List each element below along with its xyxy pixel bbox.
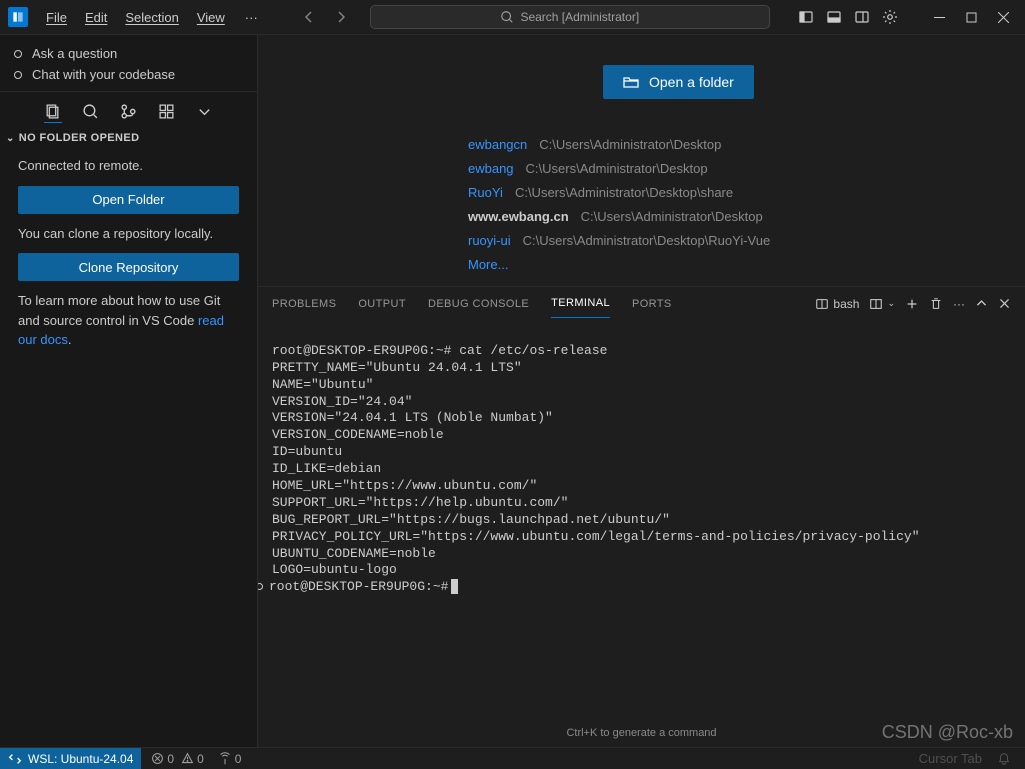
recent-item[interactable]: ruoyi-uiC:\Users\Administrator\Desktop\R… bbox=[468, 233, 985, 248]
recent-item[interactable]: ewbangC:\Users\Administrator\Desktop bbox=[468, 161, 985, 176]
status-errors[interactable]: 0 0 bbox=[151, 752, 203, 766]
remote-icon bbox=[8, 752, 22, 766]
folder-open-icon bbox=[623, 74, 639, 90]
window-controls bbox=[795, 3, 1017, 31]
recent-item[interactable]: ewbangcnC:\Users\Administrator\Desktop bbox=[468, 137, 985, 152]
explorer-toolbar bbox=[0, 91, 257, 126]
search-box[interactable]: Search [Administrator] bbox=[370, 5, 770, 29]
panel-overflow[interactable]: ··· bbox=[953, 297, 965, 311]
connected-label: Connected to remote. bbox=[18, 156, 239, 176]
recent-item[interactable]: RuoYiC:\Users\Administrator\Desktop\shar… bbox=[468, 185, 985, 200]
menu-view[interactable]: View bbox=[189, 6, 233, 29]
app-icon bbox=[8, 7, 28, 27]
files-icon[interactable] bbox=[44, 105, 62, 123]
search-icon[interactable] bbox=[82, 102, 100, 120]
tab-debug-console[interactable]: DEBUG CONSOLE bbox=[428, 290, 529, 318]
source-control-icon[interactable] bbox=[120, 102, 138, 120]
window-minimize[interactable] bbox=[925, 3, 953, 31]
title-bar: File Edit Selection View ··· Search [Adm… bbox=[0, 0, 1025, 35]
tab-ports[interactable]: PORTS bbox=[632, 290, 672, 318]
recent-item[interactable]: www.ewbang.cnC:\Users\Administrator\Desk… bbox=[468, 209, 985, 224]
remote-indicator[interactable]: WSL: Ubuntu-24.04 bbox=[0, 748, 141, 769]
layout-bottom-icon[interactable] bbox=[823, 6, 845, 28]
nav-buttons bbox=[298, 6, 352, 28]
terminal-hint: Ctrl+K to generate a command bbox=[258, 721, 1025, 747]
bottom-panel: PROBLEMS OUTPUT DEBUG CONSOLE TERMINAL P… bbox=[258, 286, 1025, 747]
terminal-icon bbox=[815, 297, 829, 311]
menu-selection[interactable]: Selection bbox=[117, 6, 186, 29]
tab-terminal[interactable]: TERMINAL bbox=[551, 289, 610, 318]
nav-back[interactable] bbox=[298, 6, 320, 28]
menu-edit[interactable]: Edit bbox=[77, 6, 115, 29]
layout-right-icon[interactable] bbox=[851, 6, 873, 28]
chat-ask-question[interactable]: Ask a question bbox=[14, 43, 243, 64]
docs-intro-text: To learn more about how to use Git and s… bbox=[18, 291, 239, 350]
status-items: 0 0 0 bbox=[141, 752, 251, 766]
close-panel-icon[interactable] bbox=[998, 297, 1011, 310]
extensions-icon[interactable] bbox=[158, 102, 176, 120]
bullet-icon bbox=[14, 50, 22, 58]
clone-intro-text: You can clone a repository locally. bbox=[18, 224, 239, 244]
tab-output[interactable]: OUTPUT bbox=[358, 290, 406, 318]
antenna-icon bbox=[218, 752, 232, 766]
window-maximize[interactable] bbox=[957, 3, 985, 31]
tab-problems[interactable]: PROBLEMS bbox=[272, 290, 336, 318]
terminal-body[interactable]: root@DESKTOP-ER9UP0G:~# cat /etc/os-rele… bbox=[258, 320, 1025, 721]
search-placeholder: Search [Administrator] bbox=[520, 10, 639, 24]
error-icon bbox=[151, 752, 164, 765]
open-folder-main-button[interactable]: Open a folder bbox=[603, 65, 754, 99]
trash-icon[interactable] bbox=[929, 297, 943, 311]
search-icon bbox=[500, 10, 514, 24]
menu-overflow[interactable]: ··· bbox=[235, 6, 268, 29]
editor-area: Open a folder ewbangcnC:\Users\Administr… bbox=[258, 35, 1025, 747]
layout-left-icon[interactable] bbox=[795, 6, 817, 28]
chevron-up-icon[interactable] bbox=[975, 297, 988, 310]
explorer-section-header[interactable]: ⌄ NO FOLDER OPENED bbox=[0, 126, 257, 150]
chevron-down-icon[interactable] bbox=[196, 102, 214, 120]
settings-gear-icon[interactable] bbox=[879, 6, 901, 28]
status-bar: WSL: Ubuntu-24.04 0 0 0 Cursor Tab bbox=[0, 747, 1025, 769]
menu-file[interactable]: File bbox=[38, 6, 75, 29]
cursor-tab-label[interactable]: Cursor Tab bbox=[919, 751, 982, 766]
recent-list: ewbangcnC:\Users\Administrator\Desktop e… bbox=[468, 137, 985, 272]
warning-icon bbox=[181, 752, 194, 765]
status-ports[interactable]: 0 bbox=[218, 752, 242, 766]
bell-icon[interactable] bbox=[997, 752, 1011, 766]
welcome-view: Open a folder ewbangcnC:\Users\Administr… bbox=[258, 35, 1025, 286]
recent-more[interactable]: More... bbox=[468, 257, 985, 272]
nav-forward[interactable] bbox=[330, 6, 352, 28]
open-folder-button[interactable]: Open Folder bbox=[18, 186, 239, 214]
chevron-down-icon: ⌄ bbox=[6, 133, 15, 144]
window-close[interactable] bbox=[989, 3, 1017, 31]
side-panel: Ask a question Chat with your codebase ⌄… bbox=[0, 35, 258, 747]
panel-tabs: PROBLEMS OUTPUT DEBUG CONSOLE TERMINAL P… bbox=[258, 287, 1025, 320]
chat-codebase[interactable]: Chat with your codebase bbox=[14, 64, 243, 85]
terminal-shell-selector[interactable]: bash bbox=[815, 297, 859, 311]
bullet-icon bbox=[14, 71, 22, 79]
clone-repository-button[interactable]: Clone Repository bbox=[18, 253, 239, 281]
prompt-dot-icon bbox=[258, 583, 263, 590]
new-terminal-icon[interactable] bbox=[905, 297, 919, 311]
cursor-icon bbox=[451, 579, 458, 594]
split-terminal-icon[interactable]: ⌄ bbox=[869, 297, 895, 311]
chat-suggestions: Ask a question Chat with your codebase bbox=[0, 35, 257, 91]
menu-bar: File Edit Selection View ··· bbox=[38, 6, 268, 29]
